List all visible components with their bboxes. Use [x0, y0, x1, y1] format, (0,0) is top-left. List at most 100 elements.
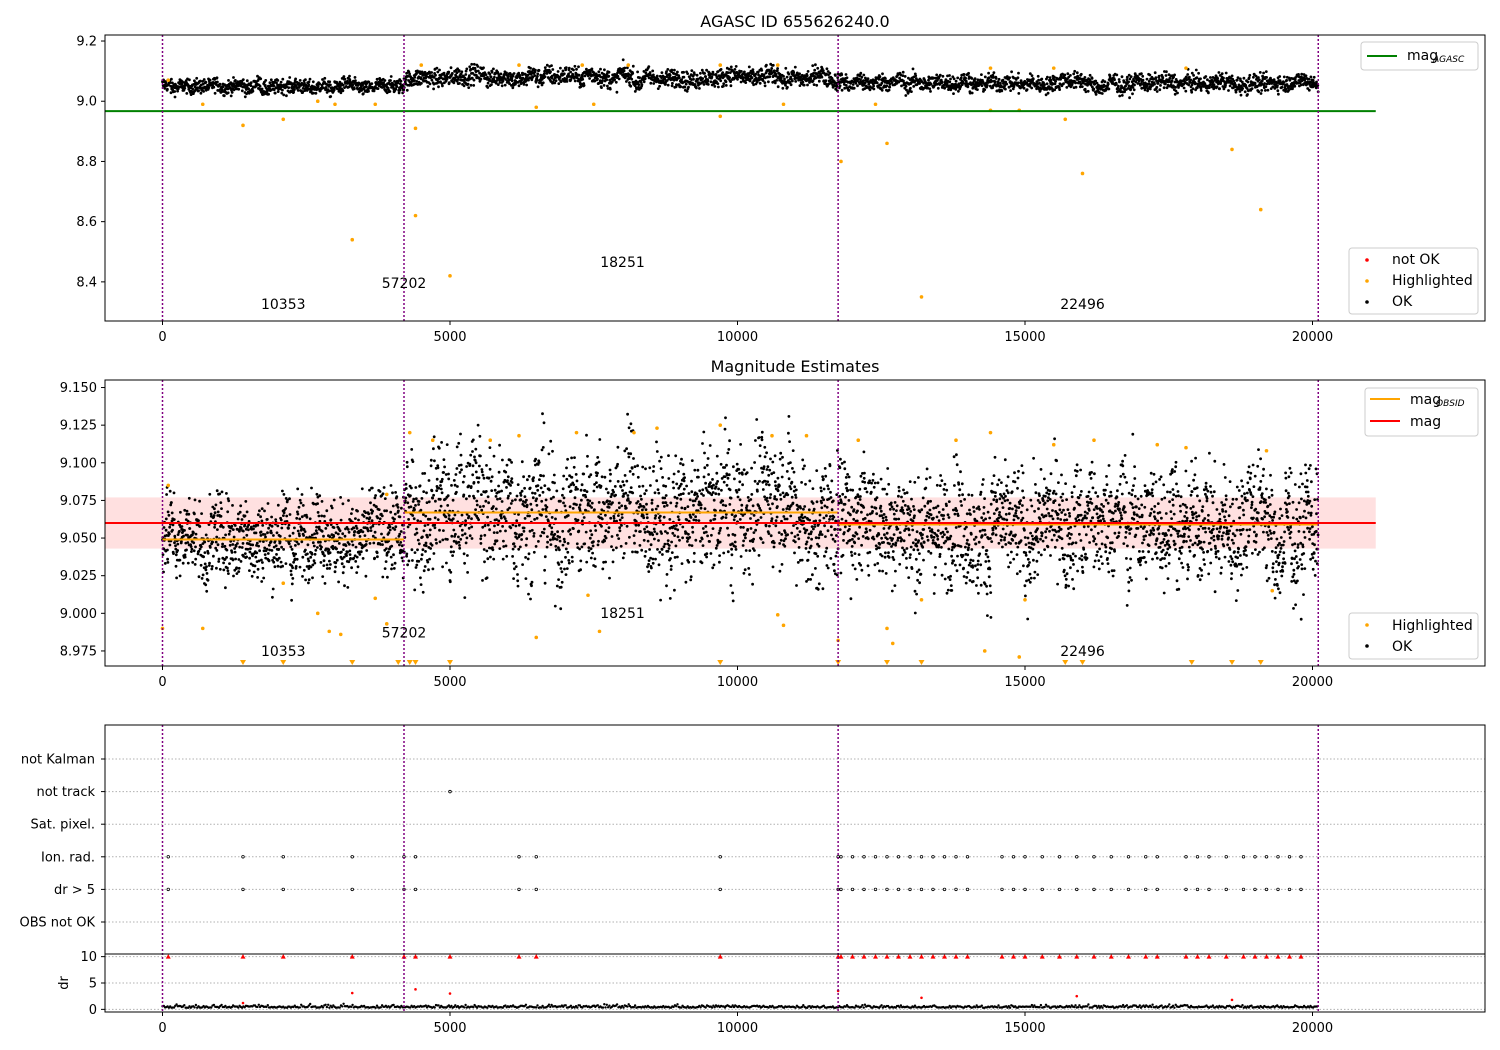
ok-point: [351, 507, 354, 511]
ok-point: [226, 91, 230, 95]
ok-point: [269, 540, 273, 543]
ok-point: [781, 86, 785, 90]
ok-point: [903, 75, 907, 78]
ok-point: [419, 576, 422, 580]
ok-point: [204, 81, 208, 84]
ok-point: [1263, 82, 1266, 85]
ok-point: [215, 549, 219, 552]
ok-point: [391, 504, 395, 508]
ok-point: [1168, 76, 1172, 80]
ok-point: [194, 545, 197, 549]
ok-point: [543, 66, 547, 69]
ok-point: [365, 85, 368, 89]
ok-point: [358, 535, 362, 538]
ok-point: [901, 70, 905, 74]
ok-point: [779, 76, 783, 80]
ok-point: [260, 519, 264, 523]
ok-point: [885, 84, 889, 88]
ok-point: [484, 73, 488, 76]
ok-point: [1065, 86, 1069, 89]
ok-point: [171, 528, 174, 532]
ok-point: [600, 86, 603, 89]
ok-point: [801, 80, 805, 84]
ok-point: [218, 82, 222, 86]
highlighted-point: [1080, 171, 1085, 176]
ok-point: [1241, 87, 1244, 90]
ok-point: [384, 560, 388, 563]
ok-point: [844, 84, 848, 87]
ok-point: [1066, 72, 1070, 76]
ok-point: [235, 566, 239, 570]
highlighted-point: [873, 102, 878, 107]
ok-point: [338, 529, 342, 533]
ok-point: [519, 498, 523, 502]
ok-point: [212, 554, 215, 558]
ok-point: [728, 76, 731, 80]
ok-point: [443, 465, 446, 469]
ok-point: [274, 518, 278, 521]
ok-point: [603, 68, 606, 72]
ok-point: [380, 514, 384, 518]
ok-point: [350, 512, 353, 515]
ok-point: [479, 542, 483, 545]
highlighted-point: [1063, 117, 1068, 122]
ok-point: [421, 590, 425, 594]
ok-point: [477, 480, 480, 484]
ok-point: [322, 534, 325, 538]
ok-point: [288, 76, 292, 79]
ok-point: [1285, 78, 1288, 82]
ok-point: [215, 566, 218, 570]
ok-point: [1025, 88, 1029, 91]
ok-point: [234, 544, 238, 548]
ok-point: [470, 537, 474, 540]
ok-point: [364, 574, 368, 578]
ok-point: [784, 66, 788, 70]
ok-point: [840, 88, 844, 92]
ok-point: [794, 80, 798, 83]
ok-point: [170, 501, 173, 504]
ok-point: [1086, 89, 1090, 93]
ok-point: [424, 541, 428, 545]
ok-point: [435, 66, 439, 70]
ok-point: [770, 67, 774, 70]
ok-point: [356, 509, 359, 513]
ok-point: [442, 71, 446, 75]
ok-point: [213, 511, 217, 515]
ok-point: [1277, 92, 1280, 96]
ok-point: [393, 512, 397, 516]
ok-point: [791, 79, 794, 83]
ok-point: [1049, 78, 1053, 82]
ok-point: [1246, 80, 1250, 84]
ok-point: [239, 560, 243, 563]
ok-point: [492, 557, 496, 561]
ok-point: [844, 73, 848, 76]
ok-point: [1100, 92, 1104, 95]
ok-point: [347, 530, 351, 534]
highlighted-point: [988, 66, 993, 70]
ok-point: [488, 528, 491, 532]
ok-point: [218, 492, 222, 496]
ok-point: [472, 496, 476, 500]
ok-point: [341, 89, 345, 93]
ok-point: [186, 561, 190, 565]
ok-point: [1174, 85, 1177, 89]
ok-point: [186, 533, 189, 537]
ok-point: [381, 492, 385, 496]
ok-point: [948, 80, 952, 84]
ok-point: [458, 471, 462, 474]
ok-point: [333, 570, 337, 574]
ok-point: [282, 548, 285, 551]
ok-point: [1062, 82, 1065, 86]
ok-point: [378, 517, 382, 521]
ok-point: [439, 487, 443, 491]
ok-point: [549, 70, 552, 74]
ok-point: [289, 545, 293, 549]
ok-point: [178, 574, 182, 578]
ok-point: [1103, 80, 1107, 83]
ok-point: [454, 473, 458, 476]
ok-point: [501, 458, 504, 462]
ok-point: [1094, 93, 1098, 96]
highlighted-point: [718, 63, 723, 67]
ok-point: [298, 517, 302, 521]
ok-point: [231, 558, 235, 562]
